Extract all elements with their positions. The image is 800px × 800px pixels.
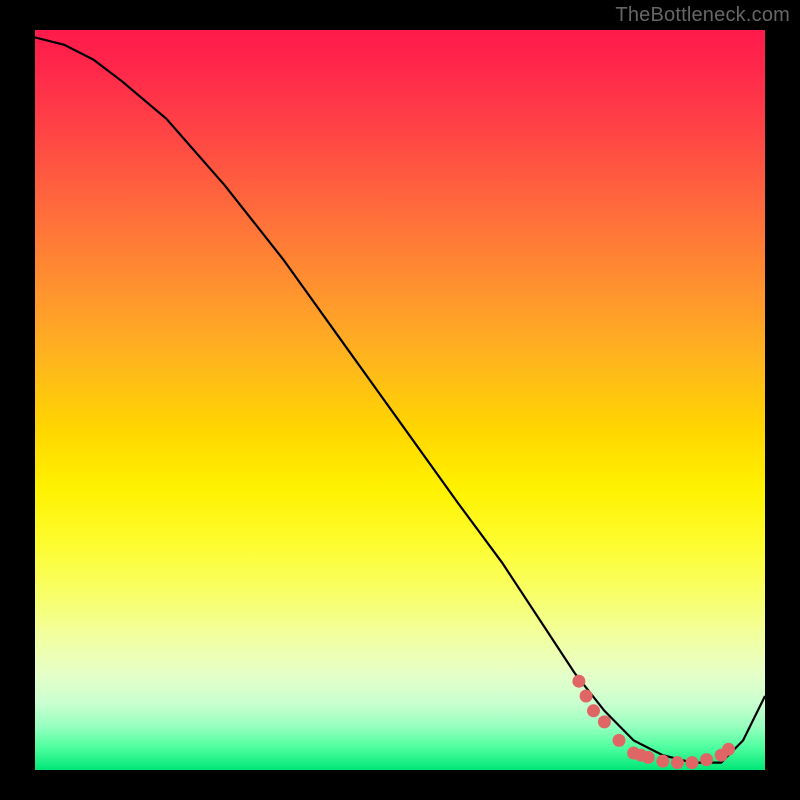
curve-marker xyxy=(587,704,600,717)
watermark-text: TheBottleneck.com xyxy=(615,4,790,27)
curve-marker xyxy=(686,756,699,769)
curve-marker xyxy=(613,734,626,747)
curve-markers xyxy=(572,675,735,769)
curve-marker xyxy=(700,753,713,766)
curve-layer xyxy=(35,30,765,770)
curve-marker xyxy=(656,755,669,768)
curve-marker xyxy=(572,675,585,688)
curve-marker xyxy=(598,715,611,728)
bottleneck-curve xyxy=(35,37,765,762)
plot-area xyxy=(35,30,765,770)
chart-frame: TheBottleneck.com xyxy=(0,0,800,800)
curve-marker xyxy=(671,756,684,769)
curve-marker xyxy=(722,743,735,756)
curve-marker xyxy=(642,751,655,764)
curve-marker xyxy=(580,690,593,703)
